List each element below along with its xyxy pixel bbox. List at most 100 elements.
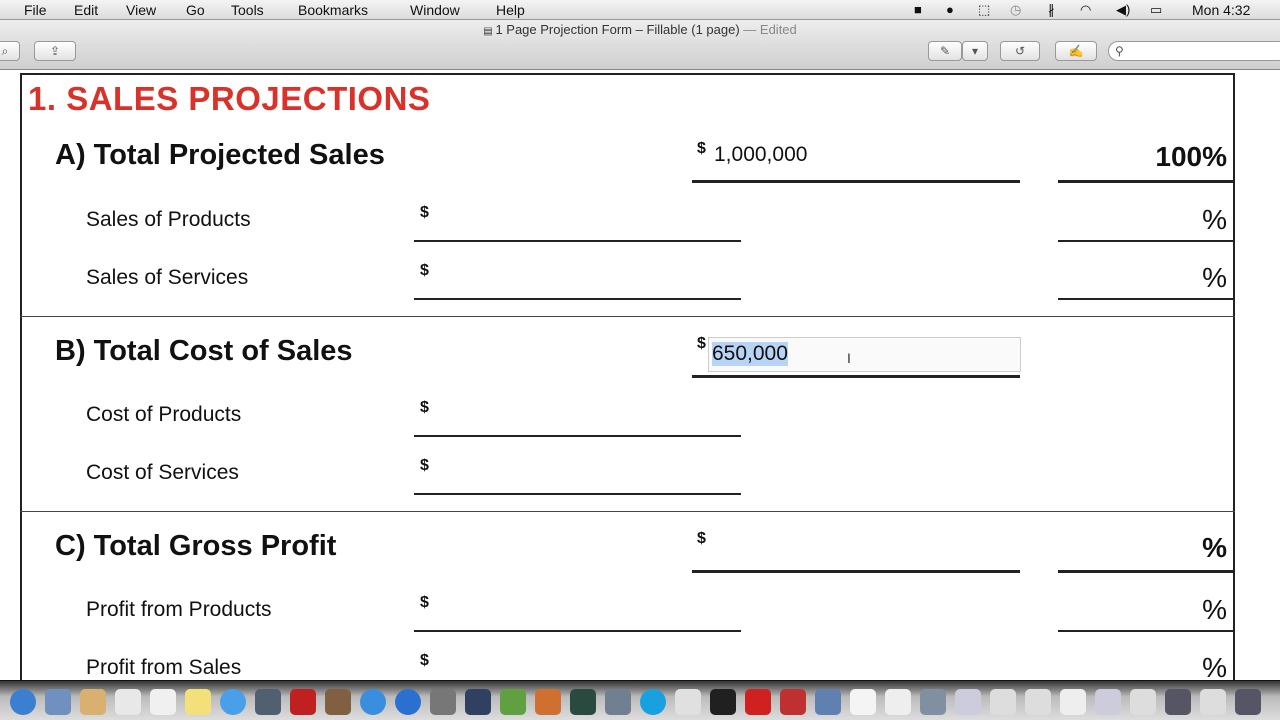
dock-app-icon[interactable] [115, 689, 141, 715]
row-label: Cost of Services [86, 461, 239, 484]
search-input[interactable]: ⚲ [1108, 41, 1280, 61]
dock-app-icon[interactable] [955, 689, 981, 715]
dock-app-icon[interactable] [430, 689, 456, 715]
field-underline [692, 375, 1020, 378]
dock-app-icon[interactable] [1025, 689, 1051, 715]
messages-icon[interactable]: ● [946, 2, 954, 17]
share-button[interactable]: ⇪ [34, 41, 76, 61]
section-divider [20, 316, 1235, 317]
battery-icon[interactable]: ▭ [1150, 2, 1162, 18]
dock-app-icon[interactable] [185, 689, 211, 715]
menu-go[interactable]: Go [186, 2, 205, 18]
cost-products-field[interactable] [414, 435, 741, 437]
dock-app-icon[interactable] [675, 689, 701, 715]
dock-app-icon[interactable] [815, 689, 841, 715]
field-underline [1058, 298, 1234, 300]
dock-app-icon[interactable] [710, 689, 736, 715]
dock-app-icon[interactable] [1130, 689, 1156, 715]
dock-app-icon[interactable] [1165, 689, 1191, 715]
dock-app-icon[interactable] [465, 689, 491, 715]
dock-app-icon[interactable] [395, 689, 421, 715]
row-label: Sales of Services [86, 266, 249, 289]
dock-app-icon[interactable] [1095, 689, 1121, 715]
window-toolbar: ▤ 1 Page Projection Form – Fillable (1 p… [0, 20, 1280, 70]
section-b-title: B) Total Cost of Sales [55, 335, 353, 367]
row-label: Profit from Products [86, 598, 272, 621]
field-underline [1058, 570, 1234, 573]
zoom-button[interactable]: ⌕ [0, 41, 20, 61]
wifi-icon[interactable]: ◠ [1080, 2, 1091, 18]
time-machine-icon[interactable]: ◷ [1010, 2, 1021, 18]
menu-tools[interactable]: Tools [231, 2, 264, 18]
dock-app-icon[interactable] [780, 689, 806, 715]
sales-products-field[interactable] [414, 240, 741, 242]
total-sales-field[interactable]: 1,000,000 [714, 143, 807, 167]
currency-sign: $ [697, 335, 706, 352]
dock-app-icon[interactable] [45, 689, 71, 715]
sales-products-percent[interactable]: % [1057, 204, 1227, 236]
dock-app-icon[interactable] [745, 689, 771, 715]
dock-app-icon[interactable] [1200, 689, 1226, 715]
dock-app-icon[interactable] [80, 689, 106, 715]
gross-profit-percent[interactable]: % [1057, 532, 1227, 564]
dock-app-icon[interactable] [990, 689, 1016, 715]
sales-services-field[interactable] [414, 298, 741, 300]
menu-help[interactable]: Help [496, 2, 525, 18]
dock [0, 680, 1280, 720]
row-label: Sales of Products [86, 208, 251, 231]
search-icon: ⚲ [1115, 44, 1124, 58]
total-sales-percent[interactable]: 100% [1057, 141, 1227, 173]
cost-of-sales-field[interactable]: 650,000 I [708, 337, 1021, 372]
dock-app-icon[interactable] [1235, 689, 1261, 715]
dock-app-icon[interactable] [150, 689, 176, 715]
dock-app-icon[interactable] [605, 689, 631, 715]
screenshot-selection-icon[interactable]: ⬚ [978, 2, 990, 18]
menu-file[interactable]: File [24, 2, 47, 18]
window-title: ▤ 1 Page Projection Form – Fillable (1 p… [483, 22, 797, 37]
dock-app-icon[interactable] [535, 689, 561, 715]
dock-app-icon[interactable] [500, 689, 526, 715]
dock-app-icon[interactable] [255, 689, 281, 715]
rotate-button[interactable]: ↺ [1000, 41, 1040, 61]
menu-bookmarks[interactable]: Bookmarks [298, 2, 368, 18]
profit-products-field[interactable] [414, 630, 741, 632]
field-underline [692, 180, 1020, 183]
sales-services-percent[interactable]: % [1057, 262, 1227, 294]
dock-app-icon[interactable] [325, 689, 351, 715]
dock-app-icon[interactable] [640, 689, 666, 715]
dock-app-icon[interactable] [920, 689, 946, 715]
menu-view[interactable]: View [126, 2, 156, 18]
currency-sign: $ [420, 594, 429, 611]
text-cursor-icon: I [847, 350, 851, 366]
markup-icon[interactable]: ✎ [928, 41, 962, 61]
dock-app-icon[interactable] [1060, 689, 1086, 715]
row-label: Cost of Products [86, 403, 242, 426]
dock-app-icon[interactable] [290, 689, 316, 715]
dock-app-icon[interactable] [570, 689, 596, 715]
facetime-camera-icon[interactable]: ■ [914, 2, 922, 17]
currency-sign: $ [420, 204, 429, 221]
edit-toolbar-button[interactable]: ✍ [1055, 41, 1097, 61]
section-c-title: C) Total Gross Profit [55, 530, 337, 562]
menu-edit[interactable]: Edit [74, 2, 98, 18]
clock[interactable]: Mon 4:32 [1192, 2, 1250, 18]
bluetooth-icon[interactable]: ∦ [1048, 2, 1055, 18]
dock-app-icon[interactable] [220, 689, 246, 715]
currency-sign: $ [420, 652, 429, 669]
dock-app-icon[interactable] [360, 689, 386, 715]
field-underline [1058, 180, 1234, 183]
field-underline [1058, 240, 1234, 242]
dock-app-icon[interactable] [850, 689, 876, 715]
chevron-down-icon[interactable]: ▾ [962, 41, 988, 61]
dock-app-icon[interactable] [10, 689, 36, 715]
currency-sign: $ [420, 457, 429, 474]
profit-products-percent[interactable]: % [1057, 594, 1227, 626]
dock-app-icon[interactable] [885, 689, 911, 715]
gross-profit-field[interactable] [692, 570, 1020, 573]
currency-sign: $ [420, 262, 429, 279]
volume-icon[interactable]: ◀) [1116, 2, 1130, 18]
cost-services-field[interactable] [414, 493, 741, 495]
edited-status: — Edited [743, 22, 797, 37]
document-icon: ▤ [483, 26, 496, 37]
menu-window[interactable]: Window [410, 2, 460, 18]
